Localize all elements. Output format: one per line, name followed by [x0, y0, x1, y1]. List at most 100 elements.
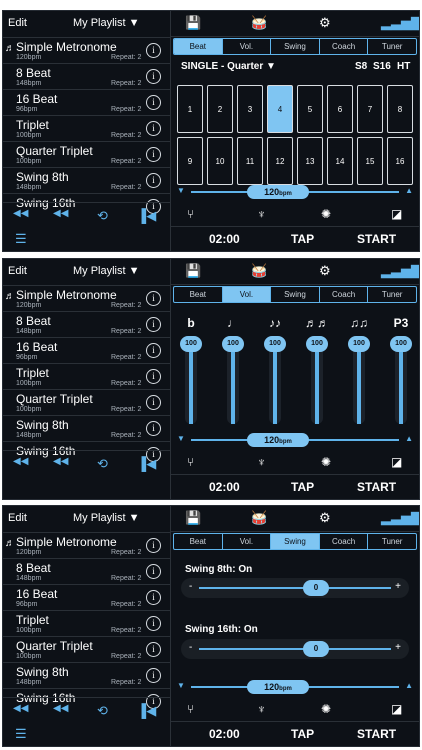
- list-item[interactable]: 16 Beat 96bpm Repeat: 2i: [3, 337, 170, 363]
- info-icon[interactable]: i: [146, 43, 161, 58]
- playlist-dropdown[interactable]: My Playlist ▼: [73, 512, 140, 524]
- s8-button[interactable]: S8: [355, 61, 367, 72]
- tempo-slider[interactable]: ▼ 120bpm ▲: [177, 680, 413, 694]
- beat-cell-9[interactable]: 9: [177, 137, 203, 185]
- list-item[interactable]: Quarter Triplet 100bpm Repeat: 2i: [3, 141, 170, 167]
- list-item[interactable]: Quarter Triplet 100bpm Repeat: 2i: [3, 389, 170, 415]
- tab-vol[interactable]: Vol.: [223, 534, 272, 549]
- list-item[interactable]: Swing 8th 148bpm Repeat: 2i: [3, 662, 170, 688]
- list-item[interactable]: 16 Beat 96bpm Repeat: 2i: [3, 89, 170, 115]
- tool-wand-icon[interactable]: ⑂: [187, 702, 194, 716]
- drum-icon[interactable]: 🥁: [251, 15, 267, 31]
- start-button[interactable]: START: [357, 232, 396, 246]
- tool-tuner-icon[interactable]: ◪: [391, 702, 402, 716]
- list-item[interactable]: Triplet 100bpm Repeat: 2i: [3, 115, 170, 141]
- beat-cell-13[interactable]: 13: [297, 137, 323, 185]
- beat-cell-4[interactable]: 4: [267, 85, 293, 133]
- list-item[interactable]: Triplet 100bpm Repeat: 2i: [3, 610, 170, 636]
- timer-button[interactable]: 02:00: [209, 727, 240, 741]
- beat-cell-16[interactable]: 16: [387, 137, 413, 185]
- tempo-down-icon[interactable]: ▼: [177, 186, 185, 195]
- beat-cell-11[interactable]: 11: [237, 137, 263, 185]
- list-item[interactable]: Swing 8th 148bpm Repeat: 2i: [3, 167, 170, 193]
- tool-wand-icon[interactable]: ⑂: [187, 207, 194, 221]
- tempo-up-icon[interactable]: ▲: [405, 434, 413, 443]
- next-song-icon[interactable]: ◀◀: [53, 208, 68, 219]
- beat-cell-5[interactable]: 5: [297, 85, 323, 133]
- skip-back-icon[interactable]: ▐◀: [137, 456, 156, 472]
- list-item[interactable]: ♬ Simple Metronome 120bpm Repeat: 2 i: [3, 37, 170, 63]
- tab-coach[interactable]: Coach: [320, 39, 369, 54]
- timer-button[interactable]: 02:00: [209, 232, 240, 246]
- tab-beat[interactable]: Beat: [174, 39, 223, 54]
- prev-song-icon[interactable]: ◀◀: [13, 703, 28, 714]
- loop-icon[interactable]: ⟲: [97, 208, 108, 224]
- list-item[interactable]: 8 Beat 148bpm Repeat: 2i: [3, 311, 170, 337]
- info-icon[interactable]: i: [146, 421, 161, 436]
- info-icon[interactable]: i: [146, 395, 161, 410]
- gear-icon[interactable]: ⚙: [319, 263, 331, 279]
- info-icon[interactable]: i: [146, 642, 161, 657]
- list-item[interactable]: Triplet 100bpm Repeat: 2i: [3, 363, 170, 389]
- tab-swing[interactable]: Swing: [271, 534, 320, 549]
- list-item[interactable]: 8 Beat 148bpm Repeat: 2i: [3, 558, 170, 584]
- tempo-up-icon[interactable]: ▲: [405, 186, 413, 195]
- tempo-slider[interactable]: ▼ 120bpm ▲: [177, 433, 413, 447]
- skip-back-icon[interactable]: ▐◀: [137, 208, 156, 224]
- beat-cell-1[interactable]: 1: [177, 85, 203, 133]
- edit-button[interactable]: Edit: [8, 17, 27, 29]
- tempo-slider[interactable]: ▼ 120bpm ▲: [177, 185, 413, 199]
- edit-button[interactable]: Edit: [8, 265, 27, 277]
- info-icon[interactable]: i: [146, 147, 161, 162]
- save-icon[interactable]: 💾: [185, 510, 201, 526]
- tool-brightness-icon[interactable]: ✺: [321, 455, 331, 469]
- info-icon[interactable]: i: [146, 590, 161, 605]
- tab-tuner[interactable]: Tuner: [368, 534, 416, 549]
- playlist-icon[interactable]: ☰: [15, 231, 27, 247]
- tool-brightness-icon[interactable]: ✺: [321, 702, 331, 716]
- tap-button[interactable]: TAP: [291, 232, 314, 246]
- tool-person-icon[interactable]: ♆: [257, 702, 266, 716]
- s16-button[interactable]: S16: [373, 61, 391, 72]
- prev-song-icon[interactable]: ◀◀: [13, 456, 28, 467]
- tab-coach[interactable]: Coach: [320, 287, 369, 302]
- volume-slider-eighth[interactable]: ♪♪ 100: [263, 314, 287, 424]
- next-song-icon[interactable]: ◀◀: [53, 703, 68, 714]
- tap-button[interactable]: TAP: [291, 480, 314, 494]
- beat-cell-6[interactable]: 6: [327, 85, 353, 133]
- tool-brightness-icon[interactable]: ✺: [321, 207, 331, 221]
- playlist-dropdown[interactable]: My Playlist ▼: [73, 265, 140, 277]
- beat-cell-2[interactable]: 2: [207, 85, 233, 133]
- save-icon[interactable]: 💾: [185, 15, 201, 31]
- drum-icon[interactable]: 🥁: [251, 263, 267, 279]
- gear-icon[interactable]: ⚙: [319, 15, 331, 31]
- info-icon[interactable]: i: [146, 69, 161, 84]
- beat-cell-14[interactable]: 14: [327, 137, 353, 185]
- info-icon[interactable]: i: [146, 564, 161, 579]
- playlist-icon[interactable]: ☰: [15, 726, 27, 742]
- swing-16th-plus[interactable]: +: [395, 642, 401, 653]
- tempo-up-icon[interactable]: ▲: [405, 681, 413, 690]
- tap-button[interactable]: TAP: [291, 727, 314, 741]
- tool-tuner-icon[interactable]: ◪: [391, 455, 402, 469]
- edit-button[interactable]: Edit: [8, 512, 27, 524]
- tool-person-icon[interactable]: ♆: [257, 455, 266, 469]
- list-item[interactable]: ♬ Simple Metronome 120bpm Repeat: 2i: [3, 285, 170, 311]
- loop-icon[interactable]: ⟲: [97, 703, 108, 719]
- info-icon[interactable]: i: [146, 317, 161, 332]
- info-icon[interactable]: i: [146, 343, 161, 358]
- skip-back-icon[interactable]: ▐◀: [137, 703, 156, 719]
- swing-8th-slider[interactable]: - 0 +: [181, 578, 409, 598]
- tab-tuner[interactable]: Tuner: [368, 39, 416, 54]
- start-button[interactable]: START: [357, 480, 396, 494]
- swing-16th-slider[interactable]: - 0 +: [181, 639, 409, 659]
- beat-cell-15[interactable]: 15: [357, 137, 383, 185]
- prev-song-icon[interactable]: ◀◀: [13, 208, 28, 219]
- info-icon[interactable]: i: [146, 538, 161, 553]
- info-icon[interactable]: i: [146, 668, 161, 683]
- tab-beat[interactable]: Beat: [174, 287, 223, 302]
- info-icon[interactable]: i: [146, 369, 161, 384]
- beat-cell-3[interactable]: 3: [237, 85, 263, 133]
- tab-coach[interactable]: Coach: [320, 534, 369, 549]
- playlist-dropdown[interactable]: My Playlist ▼: [73, 17, 140, 29]
